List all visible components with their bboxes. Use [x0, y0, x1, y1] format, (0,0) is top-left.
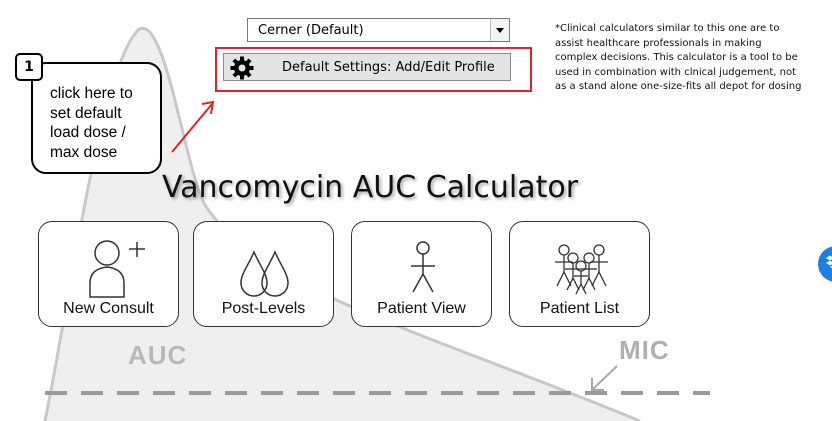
- add-user-icon: [89, 240, 145, 298]
- patient-view-button[interactable]: Patient View: [351, 221, 492, 327]
- dropbox-icon[interactable]: [814, 244, 832, 284]
- new-consult-button[interactable]: New Consult: [38, 221, 179, 327]
- drops-icon: [240, 250, 289, 297]
- page-title: Vancomycin AUC Calculator: [161, 170, 579, 205]
- step-number-badge: 1: [15, 53, 43, 81]
- callout-text: click here to set default load dose / ma…: [50, 85, 133, 161]
- stick-figure-icon: [411, 241, 435, 293]
- tile-label: Patient View: [377, 300, 466, 317]
- tile-label: Post-Levels: [221, 300, 306, 317]
- group-icon: [555, 244, 608, 295]
- patient-list-button[interactable]: Patient List: [509, 221, 650, 327]
- tile-label: New Consult: [63, 300, 154, 317]
- post-levels-button[interactable]: Post-Levels: [193, 221, 334, 327]
- tile-label: Patient List: [539, 300, 620, 317]
- instruction-callout: click here to set default load dose / ma…: [31, 62, 162, 174]
